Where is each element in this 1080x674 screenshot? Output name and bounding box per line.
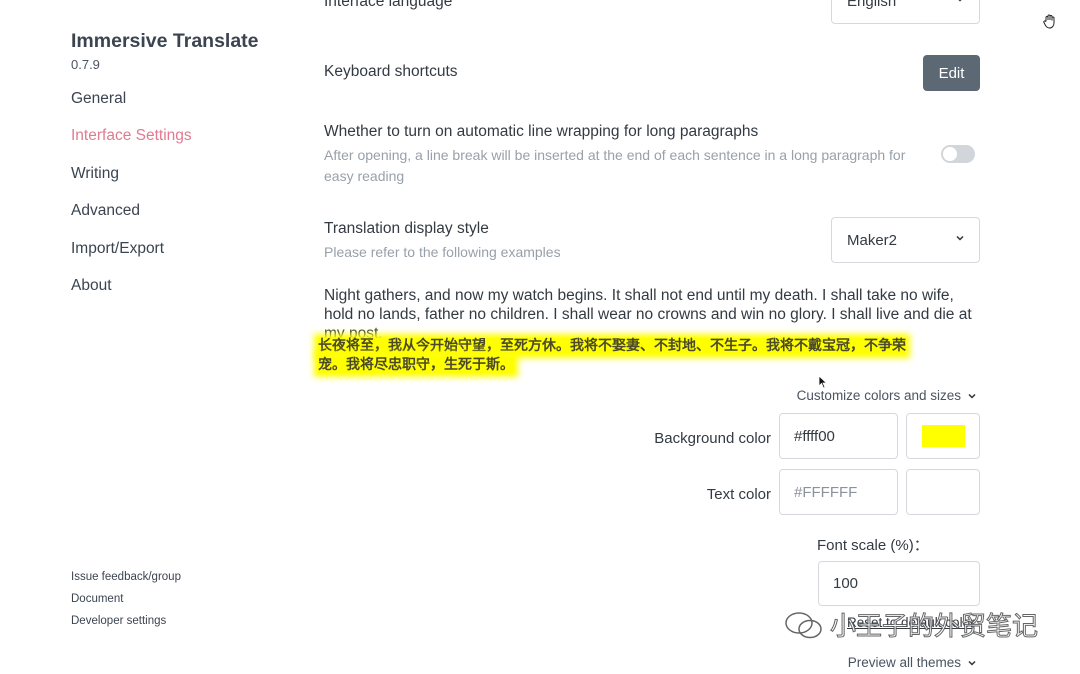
chevron-down-icon — [958, 0, 962, 2]
line-wrap-toggle[interactable] — [941, 145, 975, 163]
mouse-cursor-icon — [818, 375, 828, 389]
app-title: Immersive Translate — [71, 30, 259, 52]
background-color-picker[interactable] — [906, 413, 980, 459]
interface-language-select[interactable]: English — [831, 0, 980, 24]
example-chinese-line-2: 宠。我将尽忠职守，生死于斯。 — [318, 357, 514, 373]
chevron-down-icon — [956, 235, 964, 241]
example-english-text: Night gathers, and now my watch begins. … — [324, 287, 972, 342]
text-color-label: Text color — [706, 486, 771, 503]
issue-feedback-link[interactable]: Issue feedback/group — [71, 571, 181, 583]
display-style-label: Translation display style — [324, 220, 489, 237]
preview-all-themes-label: Preview all themes — [847, 655, 961, 670]
example-chinese-text: 长夜将至，我从今开始守望，至死方休。我将不娶妻、不封地、不生子。我将不戴宝冠，不… — [318, 337, 968, 375]
toggle-knob — [943, 147, 957, 161]
app-version: 0.7.9 — [71, 57, 100, 72]
font-scale-input[interactable]: 100 — [818, 561, 980, 606]
background-color-input[interactable]: #ffff00 — [779, 413, 898, 459]
line-wrap-label: Whether to turn on automatic line wrappi… — [324, 123, 759, 140]
text-color-input[interactable]: #FFFFFF — [779, 469, 898, 515]
document-link[interactable]: Document — [71, 593, 123, 605]
interface-language-label: Interface language — [324, 0, 453, 10]
background-color-swatch — [922, 425, 965, 447]
display-style-select[interactable]: Maker2 — [831, 217, 980, 263]
watermark-text: 小王子的外贸笔记 — [829, 612, 1039, 643]
nav-item-import-export[interactable]: Import/Export — [71, 240, 164, 258]
example-chinese-line-1: 长夜将至，我从今开始守望，至死方休。我将不娶妻、不封地、不生子。我将不戴宝冠，不… — [318, 338, 906, 354]
nav-item-writing[interactable]: Writing — [71, 165, 119, 183]
customize-colors-toggle[interactable]: Customize colors and sizes — [797, 388, 977, 403]
customize-colors-label: Customize colors and sizes — [796, 388, 961, 403]
display-style-value: Maker2 — [847, 231, 898, 249]
nav-item-about[interactable]: About — [71, 277, 112, 295]
background-color-label: Background color — [654, 430, 771, 447]
preview-all-themes-toggle[interactable]: Preview all themes — [848, 655, 977, 670]
display-style-description: Please refer to the following examples — [324, 244, 561, 260]
chevron-down-icon — [968, 393, 976, 399]
wechat-logo-icon — [785, 611, 822, 638]
nav-item-general[interactable]: General — [71, 90, 126, 108]
edit-shortcuts-button[interactable]: Edit — [923, 55, 980, 91]
nav-item-interface-settings[interactable]: Interface Settings — [71, 127, 192, 145]
developer-settings-link[interactable]: Developer settings — [71, 615, 166, 627]
interface-language-value: English — [847, 0, 897, 10]
watermark: 小王子的外贸笔记 — [784, 606, 1039, 643]
line-wrap-description: After opening, a line break will be inse… — [324, 147, 906, 184]
chevron-down-icon — [968, 660, 976, 666]
font-scale-label: Font scale (%)： — [817, 537, 929, 554]
text-color-picker[interactable] — [906, 469, 980, 515]
nav-item-advanced[interactable]: Advanced — [71, 202, 140, 220]
grab-hand-icon — [1043, 14, 1055, 29]
keyboard-shortcuts-label: Keyboard shortcuts — [324, 63, 458, 80]
